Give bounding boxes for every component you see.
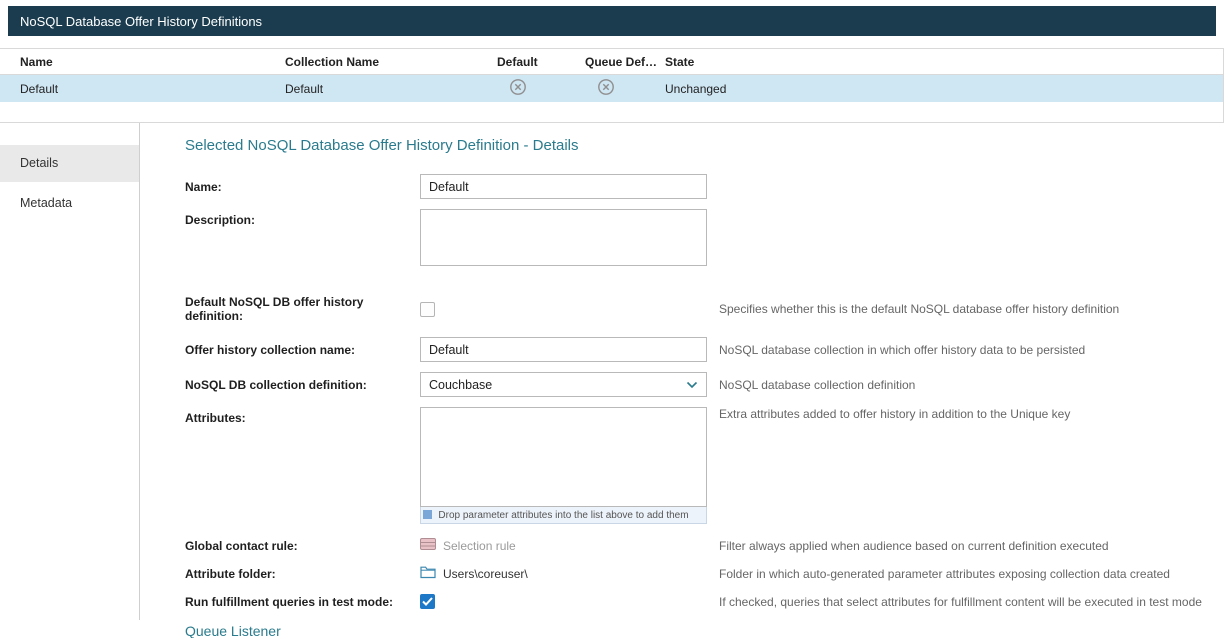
collection-name-label: Offer history collection name:	[185, 343, 420, 357]
details-heading: Selected NoSQL Database Offer History De…	[185, 137, 1214, 154]
collection-name-help: NoSQL database collection in which offer…	[707, 343, 1214, 357]
description-textarea[interactable]	[420, 209, 707, 266]
row-state-cell: Unchanged	[665, 82, 785, 96]
selection-rule-icon	[420, 538, 436, 553]
detail-tabs-sidebar: Details Metadata	[0, 123, 140, 620]
collection-definition-select[interactable]: Couchbase	[420, 372, 707, 397]
attributes-drop-hint-text: Drop parameter attributes into the list …	[438, 510, 688, 521]
queue-listener-heading: Queue Listener	[185, 623, 1214, 638]
folder-icon	[420, 565, 436, 582]
page-title: NoSQL Database Offer History Definitions	[20, 14, 262, 29]
test-mode-checkbox[interactable]	[420, 594, 435, 609]
details-panel: Selected NoSQL Database Offer History De…	[140, 123, 1224, 620]
column-header-name[interactable]: Name	[0, 55, 285, 69]
contact-rule-help: Filter always applied when audience base…	[707, 539, 1214, 553]
attributes-listbox[interactable]	[420, 407, 707, 507]
row-name-cell: Default	[0, 82, 285, 96]
column-header-state[interactable]: State	[665, 55, 785, 69]
test-mode-label: Run fulfillment queries in test mode:	[185, 595, 420, 609]
circle-x-icon	[597, 78, 615, 99]
column-header-default[interactable]: Default	[497, 55, 585, 69]
tab-details[interactable]: Details	[0, 145, 139, 182]
name-label: Name:	[185, 180, 420, 194]
default-definition-label: Default NoSQL DB offer history definitio…	[185, 295, 420, 323]
attribute-folder-label: Attribute folder:	[185, 567, 420, 581]
description-label: Description:	[185, 209, 420, 227]
table-row[interactable]: Default Default Unchanged	[0, 75, 1223, 102]
name-input[interactable]	[420, 174, 707, 199]
default-definition-help: Specifies whether this is the default No…	[707, 302, 1214, 316]
collection-name-input[interactable]	[420, 337, 707, 362]
attribute-folder-help: Folder in which auto-generated parameter…	[707, 567, 1214, 581]
attribute-folder-value[interactable]: Users\coreuser\	[443, 567, 528, 581]
circle-x-icon	[509, 78, 527, 99]
attributes-help: Extra attributes added to offer history …	[707, 407, 1214, 421]
chevron-down-icon	[686, 378, 698, 392]
collection-definition-selected-value: Couchbase	[429, 378, 492, 392]
collection-definition-help: NoSQL database collection definition	[707, 378, 1214, 392]
attributes-label: Attributes:	[185, 407, 420, 425]
definitions-table: Name Collection Name Default Queue Defa.…	[0, 48, 1224, 123]
drop-marker-icon	[423, 510, 432, 519]
default-definition-checkbox[interactable]	[420, 302, 435, 317]
row-collection-cell: Default	[285, 82, 497, 96]
table-header-row: Name Collection Name Default Queue Defa.…	[0, 48, 1223, 75]
column-header-queue-default[interactable]: Queue Defa...	[585, 55, 665, 69]
test-mode-help: If checked, queries that select attribut…	[707, 595, 1214, 609]
table-empty-row[interactable]	[0, 102, 1223, 123]
column-header-collection-name[interactable]: Collection Name	[285, 55, 497, 69]
attributes-drop-hint: Drop parameter attributes into the list …	[420, 507, 707, 524]
window-title-bar: NoSQL Database Offer History Definitions	[8, 6, 1216, 36]
selection-rule-link[interactable]: Selection rule	[443, 539, 516, 553]
contact-rule-label: Global contact rule:	[185, 539, 420, 553]
tab-metadata[interactable]: Metadata	[0, 185, 139, 222]
collection-definition-label: NoSQL DB collection definition:	[185, 378, 420, 392]
